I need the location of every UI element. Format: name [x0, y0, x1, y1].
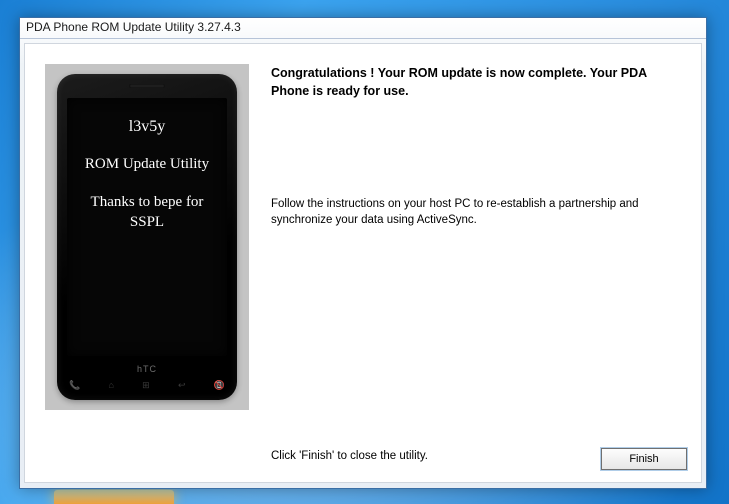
phone-line3: Thanks to bepe for SSPL [67, 192, 227, 233]
desktop-background: PDA Phone ROM Update Utility 3.27.4.3 l3… [0, 0, 729, 504]
phone-btn-win-icon: ⊞ [142, 380, 150, 391]
hint-text: Click 'Finish' to close the utility. [271, 450, 428, 462]
headline-text: Congratulations ! Your ROM update is now… [271, 64, 681, 100]
phone-line2: ROM Update Utility [67, 154, 227, 174]
button-row: Finish [601, 448, 687, 470]
phone-illustration: l3v5y ROM Update Utility Thanks to bepe … [57, 74, 237, 400]
taskbar-glow [54, 490, 174, 504]
phone-line3a: Thanks to bepe for [91, 194, 204, 210]
app-window: PDA Phone ROM Update Utility 3.27.4.3 l3… [19, 17, 707, 489]
phone-btn-call-icon: 📞 [69, 380, 80, 391]
phone-btn-home-icon: ⌂ [108, 380, 113, 390]
finish-button[interactable]: Finish [601, 448, 687, 470]
phone-brand-label: hTC [57, 364, 237, 374]
sidebar-image-panel: l3v5y ROM Update Utility Thanks to bepe … [45, 64, 249, 410]
phone-line1: l3v5y [67, 116, 227, 138]
client-area: l3v5y ROM Update Utility Thanks to bepe … [24, 43, 702, 483]
phone-btn-end-icon: 📵 [214, 380, 225, 391]
body-text: Follow the instructions on your host PC … [271, 196, 681, 228]
phone-buttons-row: 📞 ⌂ ⊞ ↩ 📵 [69, 380, 225, 390]
main-content: Congratulations ! Your ROM update is now… [271, 64, 681, 462]
phone-screen: l3v5y ROM Update Utility Thanks to bepe … [67, 98, 227, 356]
phone-btn-back-icon: ↩ [178, 380, 186, 391]
window-title: PDA Phone ROM Update Utility 3.27.4.3 [20, 18, 706, 39]
phone-line3b: SSPL [130, 214, 164, 230]
